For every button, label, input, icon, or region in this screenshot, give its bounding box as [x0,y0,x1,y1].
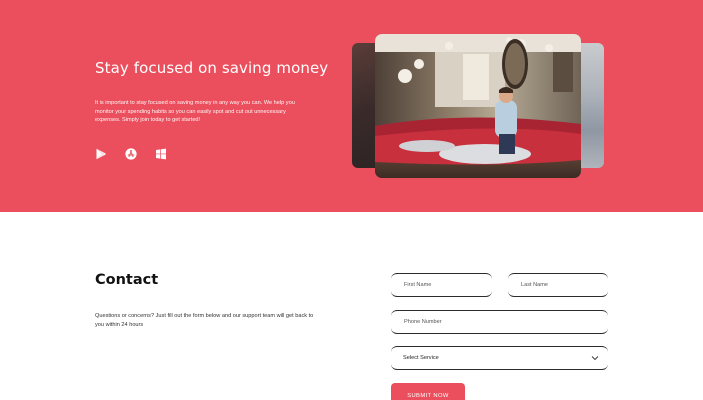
first-name-placeholder: First Name [404,282,432,288]
windows-icon [156,148,166,160]
google-play-icon [96,148,106,160]
app-store-icon [125,148,137,160]
contact-description: Questions or concerns? Just fill out the… [95,313,314,328]
first-name-field[interactable]: First Name [391,273,492,297]
hero-section: Stay focused on saving money It is impor… [0,0,703,212]
contact-title: Contact [95,272,159,288]
chevron-down-icon [591,356,599,361]
google-play-link[interactable] [95,148,107,160]
select-service-value: Select Service [403,355,439,361]
last-name-field[interactable]: Last Name [508,273,608,297]
hero-photo-restaurant [375,34,581,178]
hero-title: Stay focused on saving money [95,59,329,77]
store-links [95,148,167,160]
select-service-dropdown[interactable]: Select Service [391,346,608,370]
submit-button[interactable]: SUBMIT NOW [391,383,465,400]
hero-description: It is important to stay focused on savin… [95,100,295,123]
windows-store-link[interactable] [155,148,167,160]
phone-number-placeholder: Phone Number [404,319,442,325]
app-store-link[interactable] [125,148,137,160]
phone-number-field[interactable]: Phone Number [391,310,608,334]
last-name-placeholder: Last Name [521,282,549,288]
